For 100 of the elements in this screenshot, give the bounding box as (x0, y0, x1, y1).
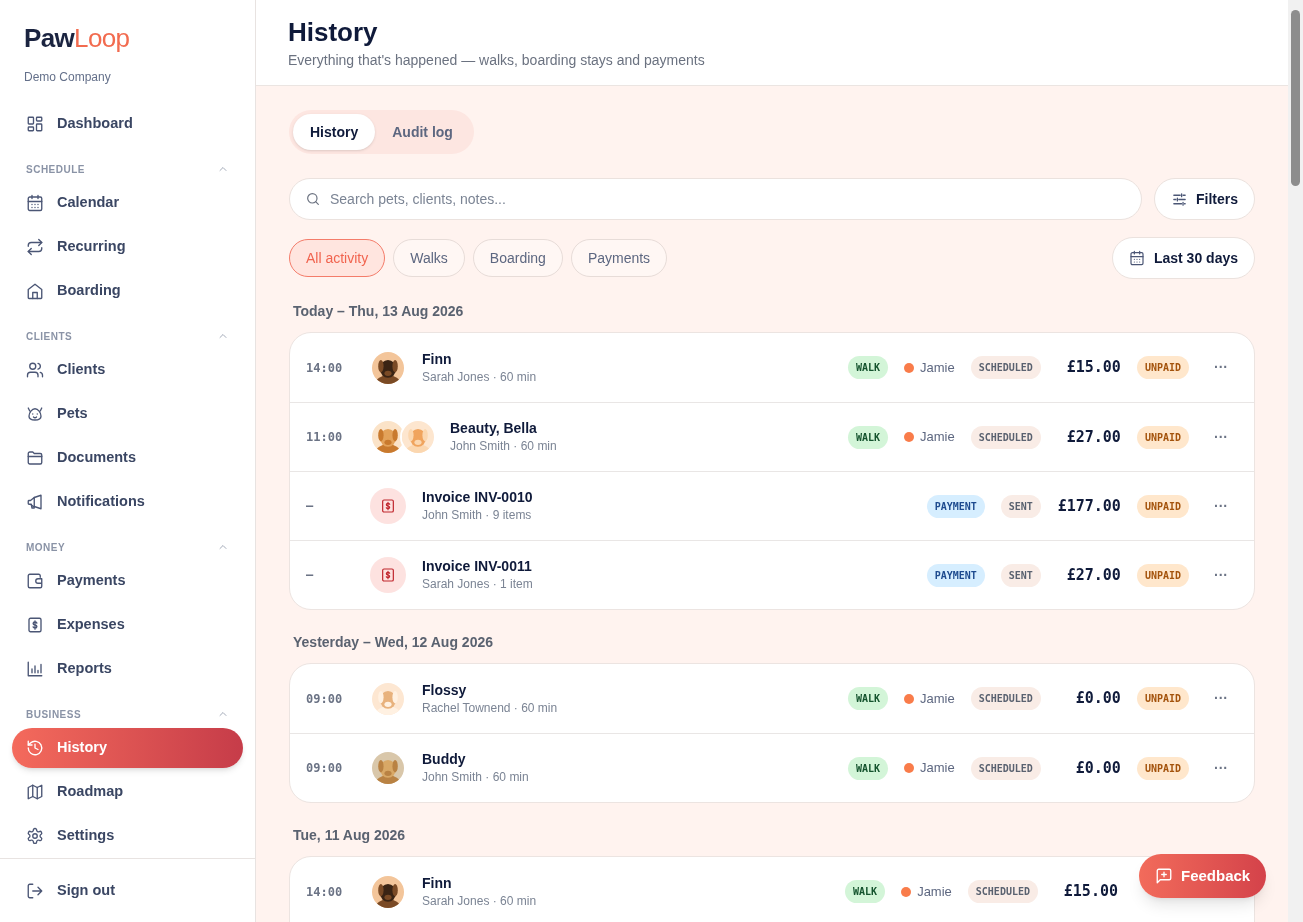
status-badge: SCHEDULED (967, 880, 1038, 903)
invoice-icon (370, 557, 406, 593)
staff-name: Jamie (920, 689, 955, 708)
users-icon (26, 361, 44, 379)
feedback-button[interactable]: Feedback (1139, 854, 1267, 898)
row-subtitle: John Smith · 60 min (450, 438, 557, 455)
row-subtitle: Sarah Jones · 60 min (422, 892, 537, 910)
section-heading: BUSINESS (26, 707, 82, 722)
calendar-icon (1128, 250, 1145, 266)
row-title: Invoice INV-0010 (422, 488, 533, 506)
date-heading: Today – Thu, 13 Aug 2026 (293, 302, 464, 321)
folder-icon (26, 449, 44, 467)
amount-text: £15.00 (1062, 881, 1118, 903)
nav-item[interactable]: Notifications (12, 482, 243, 522)
row-title: Flossy (422, 680, 467, 699)
amount-text: £15.00 (1065, 357, 1121, 379)
amount-text: £0.00 (1074, 757, 1121, 779)
nav-item[interactable]: Dashboard (12, 104, 243, 144)
amount-text: £27.00 (1065, 564, 1121, 586)
payment-badge: UNPAID (1136, 425, 1189, 449)
payment-badge: UNPAID (1136, 356, 1189, 379)
date-heading: Tue, 11 Aug 2026 (293, 826, 406, 845)
wallet-icon (26, 572, 44, 590)
megaphone-icon (26, 493, 44, 511)
nav-item[interactable]: Roadmap (12, 772, 243, 812)
more-button[interactable]: ··· (1205, 757, 1237, 779)
date-range-button[interactable]: Last 30 days (1111, 237, 1255, 279)
sign-out-button[interactable]: Sign out (12, 871, 129, 911)
status-badge: SCHEDULED (970, 756, 1041, 780)
page-title: History (288, 16, 378, 48)
type-badge: PAYMENT (926, 563, 985, 587)
nav-item[interactable]: Calendar (12, 183, 243, 223)
more-button[interactable]: ··· (1205, 564, 1237, 586)
tab[interactable]: History (293, 114, 376, 150)
nav-item[interactable]: Expenses (12, 605, 243, 645)
type-badge: WALK (845, 880, 886, 903)
nav-item[interactable]: Reports (12, 649, 243, 689)
invoice-icon (370, 488, 406, 524)
row-subtitle: Sarah Jones · 60 min (422, 368, 537, 386)
nav-item[interactable]: Clients (12, 350, 243, 390)
time-text: – (306, 498, 315, 515)
sliders-icon (1171, 190, 1188, 208)
row-subtitle: Rachel Townend · 60 min (422, 699, 558, 717)
staff-name: Jamie (917, 882, 952, 901)
row-title: Buddy (422, 750, 466, 768)
nav-item[interactable]: Pets (12, 394, 243, 434)
filters-button[interactable]: Filters (1154, 178, 1255, 220)
payment-badge: UNPAID (1136, 687, 1189, 710)
sign-out-icon (26, 882, 44, 900)
dollar-bill-icon (26, 616, 44, 634)
logo: PawLoop (24, 22, 130, 54)
gear-icon (26, 827, 44, 845)
nav-item[interactable]: Payments (12, 561, 243, 601)
time-text: 09:00 (306, 690, 344, 708)
filter-chip[interactable]: Walks (393, 239, 465, 277)
nav-item[interactable]: Recurring (12, 227, 243, 267)
message-plus-icon (1155, 867, 1173, 885)
row-title: Finn (422, 873, 452, 892)
type-badge: PAYMENT (926, 494, 985, 518)
grid-icon (26, 115, 44, 133)
type-badge: WALK (847, 356, 888, 379)
type-badge: WALK (847, 687, 888, 710)
filter-chip[interactable]: Boarding (472, 239, 563, 277)
date-heading: Yesterday – Wed, 12 Aug 2026 (293, 633, 493, 652)
time-text: 11:00 (306, 429, 344, 446)
scrollbar[interactable] (1288, 0, 1303, 922)
type-badge: WALK (847, 425, 888, 449)
payment-badge: UNPAID (1136, 756, 1189, 780)
status-badge: SENT (1000, 494, 1041, 518)
repeat-icon (26, 238, 44, 256)
more-button[interactable]: ··· (1205, 688, 1237, 709)
time-text: 14:00 (306, 883, 344, 901)
search-field[interactable]: Search pets, clients, notes... (289, 178, 1142, 220)
status-badge: SENT (1000, 563, 1041, 587)
time-text: 09:00 (306, 760, 344, 777)
nav-item[interactable]: Settings (12, 816, 243, 856)
search-icon (305, 191, 321, 207)
time-text: – (306, 567, 315, 584)
row-title: Finn (422, 349, 452, 368)
page-subtitle: Everything that's happened — walks, boarding stays and payments (288, 51, 705, 70)
row-subtitle: John Smith · 9 items (422, 507, 532, 524)
section-heading: CLIENTS (26, 329, 73, 344)
more-button[interactable]: ··· (1205, 495, 1237, 517)
amount-text: £0.00 (1074, 688, 1121, 710)
house-icon (26, 282, 44, 300)
staff-name: Jamie (920, 759, 955, 778)
section-heading: SCHEDULE (26, 162, 85, 177)
payment-badge: UNPAID (1136, 494, 1189, 518)
time-text: 14:00 (306, 359, 344, 377)
status-badge: SCHEDULED (970, 356, 1041, 379)
nav-item[interactable]: Documents (12, 438, 243, 478)
more-button[interactable]: ··· (1205, 426, 1237, 448)
filter-chip[interactable]: Payments (570, 239, 668, 277)
nav-item[interactable]: Boarding (12, 271, 243, 311)
tab[interactable]: Audit log (375, 114, 470, 150)
more-button[interactable]: ··· (1205, 357, 1237, 378)
status-badge: SCHEDULED (970, 687, 1041, 710)
row-subtitle: Sarah Jones · 1 item (422, 576, 533, 593)
history-icon (26, 739, 44, 757)
map-icon (26, 783, 44, 801)
